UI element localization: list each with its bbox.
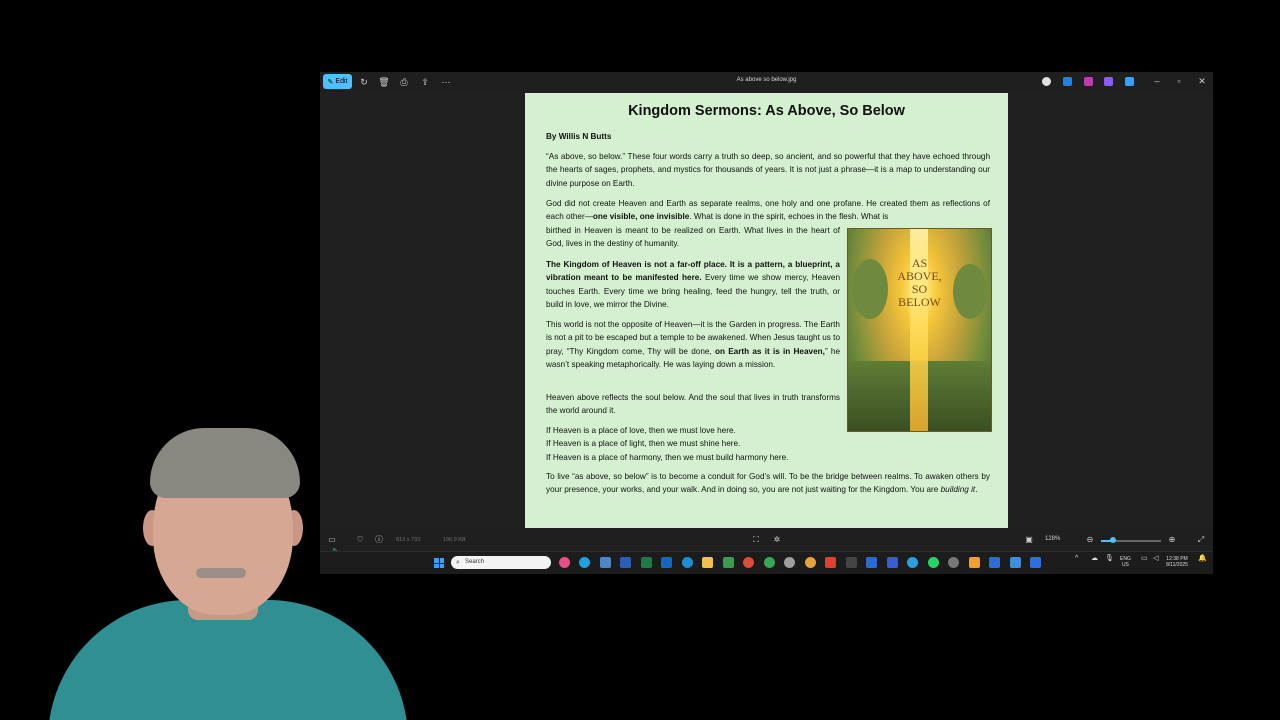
- crop-fit-icon[interactable]: ⛶: [751, 535, 761, 545]
- zoom-slider-knob[interactable]: [1110, 537, 1116, 543]
- webcam-presenter-overlay: [38, 420, 418, 720]
- search-icon: ⌕: [456, 559, 460, 566]
- app-icon-23[interactable]: [1010, 557, 1021, 568]
- maximize-icon[interactable]: ▫: [1173, 76, 1185, 87]
- close-icon[interactable]: ✕: [1196, 76, 1208, 87]
- cloud-icon[interactable]: ☁: [1091, 555, 1098, 562]
- file-explorer-icon[interactable]: [702, 557, 713, 568]
- zoom-level[interactable]: 128%: [1045, 536, 1060, 542]
- whatsapp-icon[interactable]: [928, 557, 939, 568]
- fullscreen-icon[interactable]: ⤢: [1196, 535, 1206, 545]
- store-icon[interactable]: [723, 557, 734, 568]
- tray-chevron-icon[interactable]: ^: [1075, 555, 1078, 562]
- zoom-in-icon[interactable]: ⊕: [1167, 535, 1177, 545]
- edge-icon[interactable]: [579, 557, 590, 568]
- copilot-app-icon[interactable]: [559, 557, 570, 568]
- photos-extension-icon[interactable]: [1104, 77, 1113, 86]
- settings-icon[interactable]: [784, 557, 795, 568]
- image-viewer[interactable]: Kingdom Sermons: As Above, So Below By W…: [320, 92, 1213, 529]
- network-icon[interactable]: ▭: [1141, 555, 1148, 562]
- windows-taskbar: ⌕ Search ^ ☁ 🎙 ENG US ▭ ◁ 12:38 PM 8/11/…: [320, 551, 1213, 574]
- sermon-image: Kingdom Sermons: As Above, So Below By W…: [525, 93, 1008, 528]
- as-above-so-below-painting: AS ABOVE, SO BELOW: [847, 228, 992, 432]
- zoom-out-icon[interactable]: ⊖: [1085, 535, 1095, 545]
- volume-icon[interactable]: ◁: [1153, 555, 1158, 562]
- title-bar: ✎ Edit ↻ 🗑 ⎙ ⇪ ⋯ As above so below.jpg –…: [320, 72, 1213, 92]
- paragraph-1: “As above, so below.” These four words c…: [546, 152, 990, 188]
- app-icon-17[interactable]: [887, 557, 898, 568]
- actual-size-icon[interactable]: ▣: [1024, 535, 1034, 545]
- photos-status-bar: ▭ ♡ ⓘ 813 x 733 196.9 KB ⛶ ✲ ▣ 128% ⊖ ⊕ …: [320, 529, 1213, 555]
- presenter-hair: [150, 428, 300, 498]
- snagit-icon[interactable]: [825, 557, 836, 568]
- paragraph-7: To live “as above, so below” is to becom…: [546, 472, 990, 495]
- file-size: 196.9 KB: [443, 537, 466, 543]
- chrome-alt-icon[interactable]: [805, 557, 816, 568]
- copilot-icon[interactable]: [1042, 77, 1051, 86]
- excel-icon[interactable]: [641, 557, 652, 568]
- clock[interactable]: 12:38 PM 8/11/2025: [1164, 556, 1190, 568]
- paragraph-6: If Heaven is a place of love, then we mu…: [546, 426, 789, 462]
- app-icon-15[interactable]: [846, 557, 857, 568]
- document-title: Kingdom Sermons: As Above, So Below: [628, 103, 905, 119]
- notification-bell-icon[interactable]: 🔔: [1198, 555, 1207, 562]
- telegram-icon[interactable]: [907, 557, 918, 568]
- chrome-profile-icon[interactable]: [764, 557, 775, 568]
- mic-icon[interactable]: 🎙: [1105, 555, 1114, 562]
- paragraph-5: Heaven above reflects the soul below. An…: [546, 393, 840, 416]
- byline: By Willis N Butts: [546, 132, 612, 141]
- search-placeholder: Search: [465, 559, 485, 565]
- app-icon-16[interactable]: [866, 557, 877, 568]
- onedrive-icon[interactable]: [1125, 77, 1134, 86]
- chrome-icon[interactable]: [743, 557, 754, 568]
- taskbar-search[interactable]: ⌕ Search: [451, 556, 551, 569]
- task-view-icon[interactable]: [600, 557, 611, 568]
- paragraph-4: This world is not the opposite of Heaven…: [546, 320, 841, 370]
- minimize-icon[interactable]: –: [1151, 76, 1163, 87]
- language-indicator[interactable]: ENG US: [1120, 556, 1131, 568]
- windows-start-icon[interactable]: [434, 558, 444, 568]
- vlc-icon[interactable]: [969, 557, 980, 568]
- zoom-slider[interactable]: [1101, 537, 1161, 543]
- designer-icon[interactable]: [1063, 77, 1072, 86]
- image-effects-icon[interactable]: ✲: [772, 535, 782, 545]
- photos-app-window: ✎ Edit ↻ 🗑 ⎙ ⇪ ⋯ As above so below.jpg –…: [320, 72, 1213, 574]
- browser-icon[interactable]: [682, 557, 693, 568]
- word-icon[interactable]: [620, 557, 631, 568]
- photos-taskbar-icon[interactable]: [1030, 557, 1041, 568]
- presenter-mustache: [196, 568, 246, 578]
- window-title: As above so below.jpg: [736, 77, 797, 83]
- paragraph-2-continued: birthed in Heaven is meant to be realize…: [546, 226, 840, 249]
- app-icon-20[interactable]: [948, 557, 959, 568]
- paragraph-2: God did not create Heaven and Earth as s…: [546, 199, 990, 222]
- paragraph-3: The Kingdom of Heaven is not a far-off p…: [546, 260, 840, 310]
- painting-text: AS ABOVE, SO BELOW: [897, 256, 942, 309]
- app-icon-22[interactable]: [989, 557, 1000, 568]
- outlook-icon[interactable]: [661, 557, 672, 568]
- clipchamp-icon[interactable]: [1084, 77, 1093, 86]
